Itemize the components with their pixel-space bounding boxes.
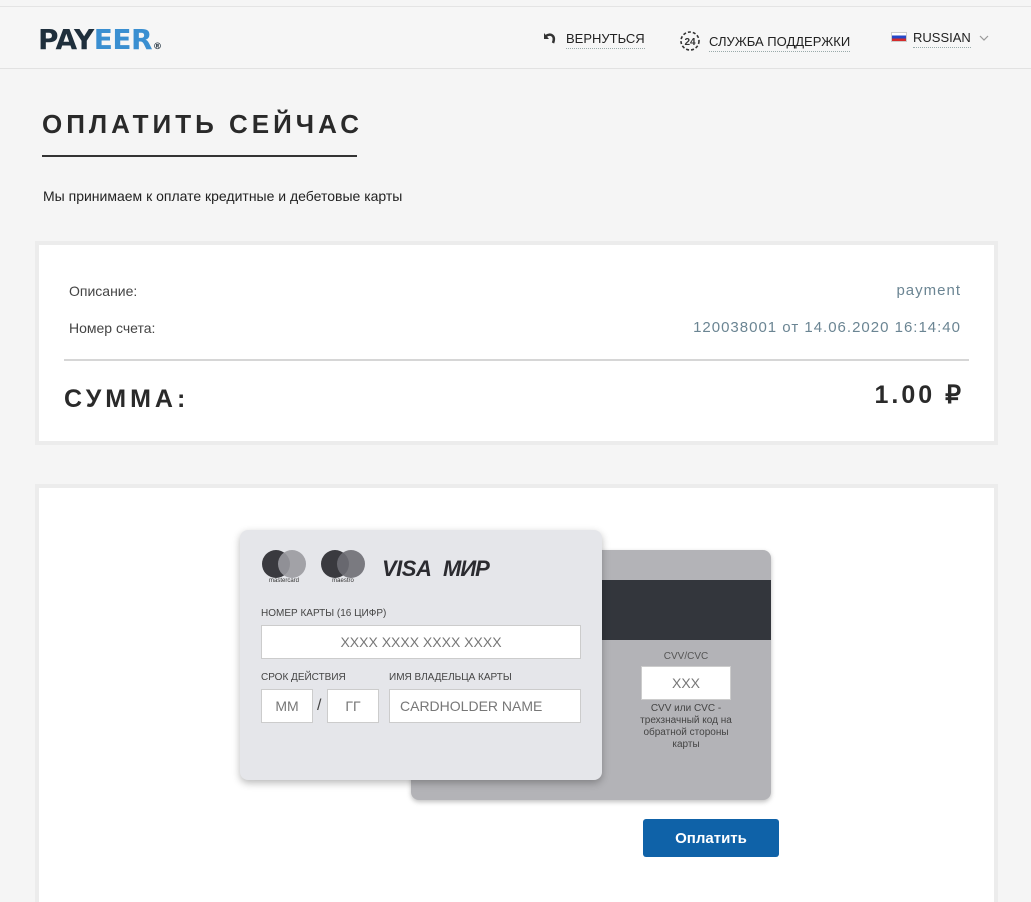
cvv-label: CVV/CVC — [663, 651, 709, 662]
description-value: payment — [896, 282, 961, 299]
chevron-down-icon — [979, 32, 989, 48]
expiry-separator: / — [317, 697, 322, 714]
support-link-label: СЛУЖБА ПОДДЕРЖКИ — [709, 34, 851, 52]
expiry-label: СРОК ДЕЙСТВИЯ — [261, 672, 346, 683]
top-header: PAYEER® ВЕРНУТЬСЯ 24 СЛУЖБА ПОДДЕРЖКИ RU… — [0, 6, 1031, 69]
logo-text-pay: PAY — [38, 23, 94, 56]
cardholder-name-input[interactable] — [389, 689, 581, 723]
language-selector[interactable]: RUSSIAN — [891, 30, 989, 48]
back-link-label: ВЕРНУТЬСЯ — [566, 31, 645, 49]
expiry-year-input[interactable] — [327, 689, 379, 723]
account-value: 120038001 от 14.06.2020 16:14:40 — [693, 319, 961, 336]
pay-button[interactable]: Оплатить — [643, 819, 779, 857]
intro-text: Мы принимаем к оплате кредитные и дебето… — [43, 188, 403, 204]
cvv-input[interactable] — [641, 666, 731, 700]
back-arrow-icon — [540, 30, 558, 46]
cvv-hint: CVV или CVC - трехзначный код на обратно… — [640, 703, 732, 750]
support-icon-text: 24 — [684, 37, 696, 48]
maestro-caption: maestro — [332, 578, 354, 584]
logo-registered-mark: ® — [153, 42, 162, 52]
mastercard-logo: mastercard — [260, 549, 308, 584]
card-number-label: НОМЕР КАРТЫ (16 ЦИФР) — [261, 608, 387, 619]
support-link[interactable]: 24 СЛУЖБА ПОДДЕРЖКИ — [678, 30, 851, 52]
summary-divider — [64, 359, 969, 361]
expiry-month-input[interactable] — [261, 689, 313, 723]
mastercard-caption: mastercard — [268, 578, 299, 584]
support-24-icon: 24 — [678, 30, 702, 52]
visa-logo: VISA — [382, 556, 432, 581]
amount-label: СУММА: — [64, 385, 190, 413]
back-link[interactable]: ВЕРНУТЬСЯ — [540, 30, 645, 49]
page-title: ОПЛАТИТЬ СЕЙЧАС — [42, 109, 363, 139]
card-front: mastercard maestro VISA МИР НОМЕР КАРТЫ … — [240, 530, 602, 780]
card-number-input[interactable] — [261, 625, 581, 659]
payment-summary-card: Описание: payment Номер счета: 120038001… — [35, 241, 998, 445]
language-label: RUSSIAN — [913, 30, 971, 48]
amount-value: 1.00 ₽ — [874, 381, 964, 409]
russian-flag-icon — [891, 32, 907, 42]
title-underline — [42, 155, 357, 157]
mir-logo: МИР — [443, 556, 490, 581]
logo-text-eer: EER — [93, 23, 153, 56]
description-label: Описание: — [69, 283, 138, 299]
account-label: Номер счета: — [69, 320, 156, 336]
payeer-logo[interactable]: PAYEER® — [38, 24, 162, 63]
cardholder-label: ИМЯ ВЛАДЕЛЬЦА КАРТЫ — [389, 672, 512, 683]
maestro-logo: maestro — [319, 549, 367, 584]
